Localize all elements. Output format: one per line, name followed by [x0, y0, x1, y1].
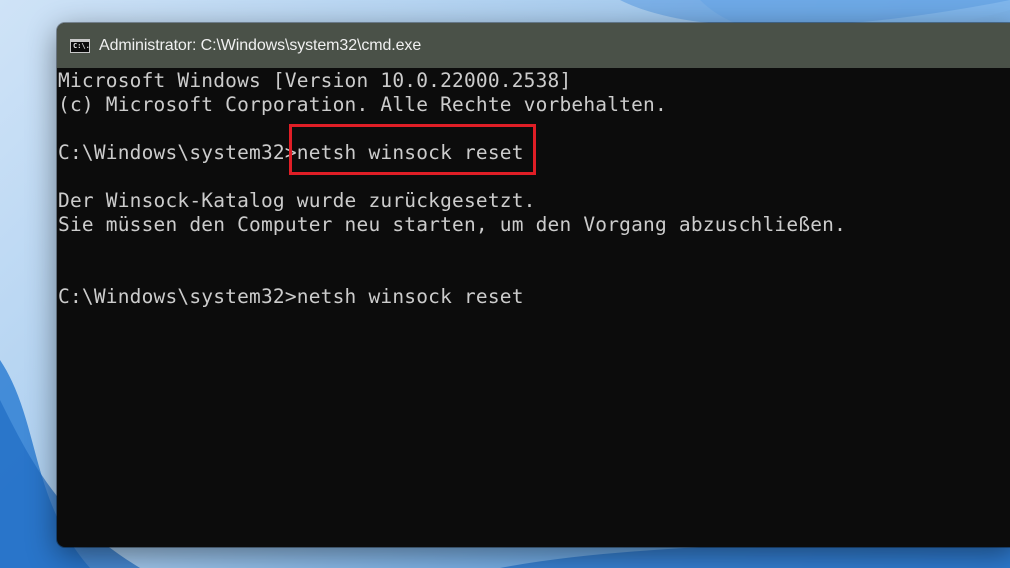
console-line: Microsoft Windows [Version 10.0.22000.25… [58, 69, 572, 92]
window-titlebar[interactable]: C:\. Administrator: C:\Windows\system32\… [57, 23, 1010, 68]
console-prompt-line[interactable]: C:\Windows\system32>netsh winsock reset [58, 285, 1010, 309]
console-line: Sie müssen den Computer neu starten, um … [58, 213, 847, 236]
console-line: Der Winsock-Katalog wurde zurückgesetzt. [58, 189, 536, 212]
window-title: Administrator: C:\Windows\system32\cmd.e… [99, 36, 422, 54]
console-output[interactable]: Microsoft Windows [Version 10.0.22000.25… [57, 68, 1010, 309]
cmd-icon[interactable]: C:\. [70, 38, 90, 53]
cmd-window[interactable]: C:\. Administrator: C:\Windows\system32\… [57, 23, 1010, 547]
cmd-icon-text: C:\. [73, 42, 90, 50]
console-line: C:\Windows\system32>netsh winsock reset [58, 141, 524, 164]
console-line: (c) Microsoft Corporation. Alle Rechte v… [58, 93, 667, 116]
